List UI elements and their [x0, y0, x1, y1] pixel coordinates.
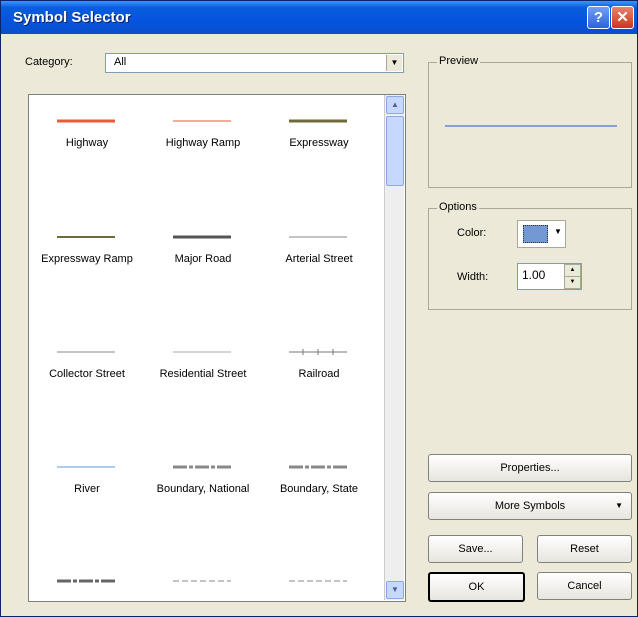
- symbol-line-icon: [57, 119, 115, 123]
- decrement-icon[interactable]: ▼: [564, 276, 581, 289]
- symbol-line-icon: [173, 235, 231, 239]
- symbol-line-icon: [289, 349, 347, 355]
- scroll-down-icon[interactable]: ▼: [386, 581, 404, 599]
- symbol-item[interactable]: Highway: [29, 101, 145, 171]
- symbol-name: Expressway: [289, 137, 349, 149]
- help-button[interactable]: ?: [587, 6, 610, 29]
- symbol-line-icon: [173, 120, 231, 122]
- category-label: Category:: [25, 56, 73, 68]
- symbol-selector-window: Symbol Selector ? ✕ Category: All ▼ High…: [0, 0, 638, 617]
- dropdown-arrow-icon: ▼: [615, 501, 623, 510]
- symbol-name: Expressway Ramp: [41, 253, 133, 265]
- reset-button[interactable]: Reset: [537, 535, 632, 563]
- symbol-list-scrollbar[interactable]: ▲ ▼: [384, 95, 404, 600]
- symbol-name: Railroad: [298, 368, 340, 380]
- chevron-down-icon[interactable]: ▼: [386, 55, 402, 71]
- symbol-name: Major Road: [174, 253, 232, 265]
- title-bar[interactable]: Symbol Selector ? ✕: [1, 1, 637, 34]
- properties-button[interactable]: Properties...: [428, 454, 632, 482]
- symbol-line-icon: [289, 236, 347, 238]
- close-button[interactable]: ✕: [611, 6, 634, 29]
- symbol-line-icon: [289, 465, 347, 469]
- symbol-item[interactable]: [261, 561, 377, 601]
- symbol-line-icon: [173, 465, 231, 469]
- color-picker-button[interactable]: ▼: [517, 220, 566, 248]
- options-label: Options: [437, 201, 479, 213]
- width-stepper[interactable]: 1.00 ▲ ▼: [517, 263, 582, 290]
- color-label: Color:: [457, 227, 487, 239]
- width-value[interactable]: 1.00: [522, 268, 545, 282]
- preview-group: Preview: [428, 55, 632, 188]
- scrollbar-thumb[interactable]: [386, 116, 404, 186]
- symbol-item[interactable]: Expressway Ramp: [29, 217, 145, 287]
- symbol-line-icon: [289, 580, 347, 582]
- symbol-item[interactable]: Major Road: [145, 217, 261, 287]
- symbol-item[interactable]: Boundary, State: [261, 447, 377, 517]
- more-symbols-button[interactable]: More Symbols ▼: [428, 492, 632, 520]
- symbol-item[interactable]: Residential Street: [145, 332, 261, 402]
- preview-line: [445, 125, 617, 127]
- symbol-name: Boundary, State: [279, 483, 359, 495]
- symbol-line-icon: [57, 466, 115, 468]
- symbol-item[interactable]: Railroad: [261, 332, 377, 402]
- symbol-line-icon: [57, 351, 115, 353]
- symbol-name: Highway: [65, 137, 109, 149]
- symbol-line-icon: [57, 236, 115, 238]
- window-title: Symbol Selector: [13, 9, 131, 26]
- symbol-list[interactable]: Highway Highway Ramp Expressway Expressway …: [28, 94, 406, 602]
- symbol-item[interactable]: Arterial Street: [261, 217, 377, 287]
- save-button[interactable]: Save...: [428, 535, 523, 563]
- symbol-item[interactable]: [145, 561, 261, 601]
- symbol-name: Residential Street: [159, 368, 247, 380]
- symbol-item[interactable]: [29, 561, 145, 601]
- color-swatch: [523, 225, 548, 243]
- symbol-item[interactable]: Highway Ramp: [145, 101, 261, 171]
- category-dropdown[interactable]: All ▼: [105, 53, 404, 73]
- symbol-name: Highway Ramp: [165, 137, 241, 149]
- width-label: Width:: [457, 271, 489, 283]
- symbol-item[interactable]: Boundary, National: [145, 447, 261, 517]
- symbol-name: River: [74, 483, 100, 495]
- symbol-line-icon: [173, 580, 231, 582]
- symbol-item[interactable]: Collector Street: [29, 332, 145, 402]
- symbol-item[interactable]: Expressway: [261, 101, 377, 171]
- ok-button[interactable]: OK: [428, 572, 525, 602]
- symbol-name: Boundary, National: [156, 483, 250, 495]
- category-value: All: [114, 56, 127, 68]
- cancel-button[interactable]: Cancel: [537, 572, 632, 600]
- scroll-up-icon[interactable]: ▲: [386, 96, 404, 114]
- symbol-line-icon: [57, 579, 115, 583]
- symbol-line-icon: [173, 351, 231, 353]
- more-symbols-label: More Symbols: [494, 500, 566, 512]
- chevron-down-icon: ▼: [554, 227, 562, 236]
- symbol-name: Collector Street: [49, 368, 125, 380]
- symbol-line-icon: [289, 119, 347, 123]
- symbol-name: Arterial Street: [285, 253, 353, 265]
- symbol-item[interactable]: River: [29, 447, 145, 517]
